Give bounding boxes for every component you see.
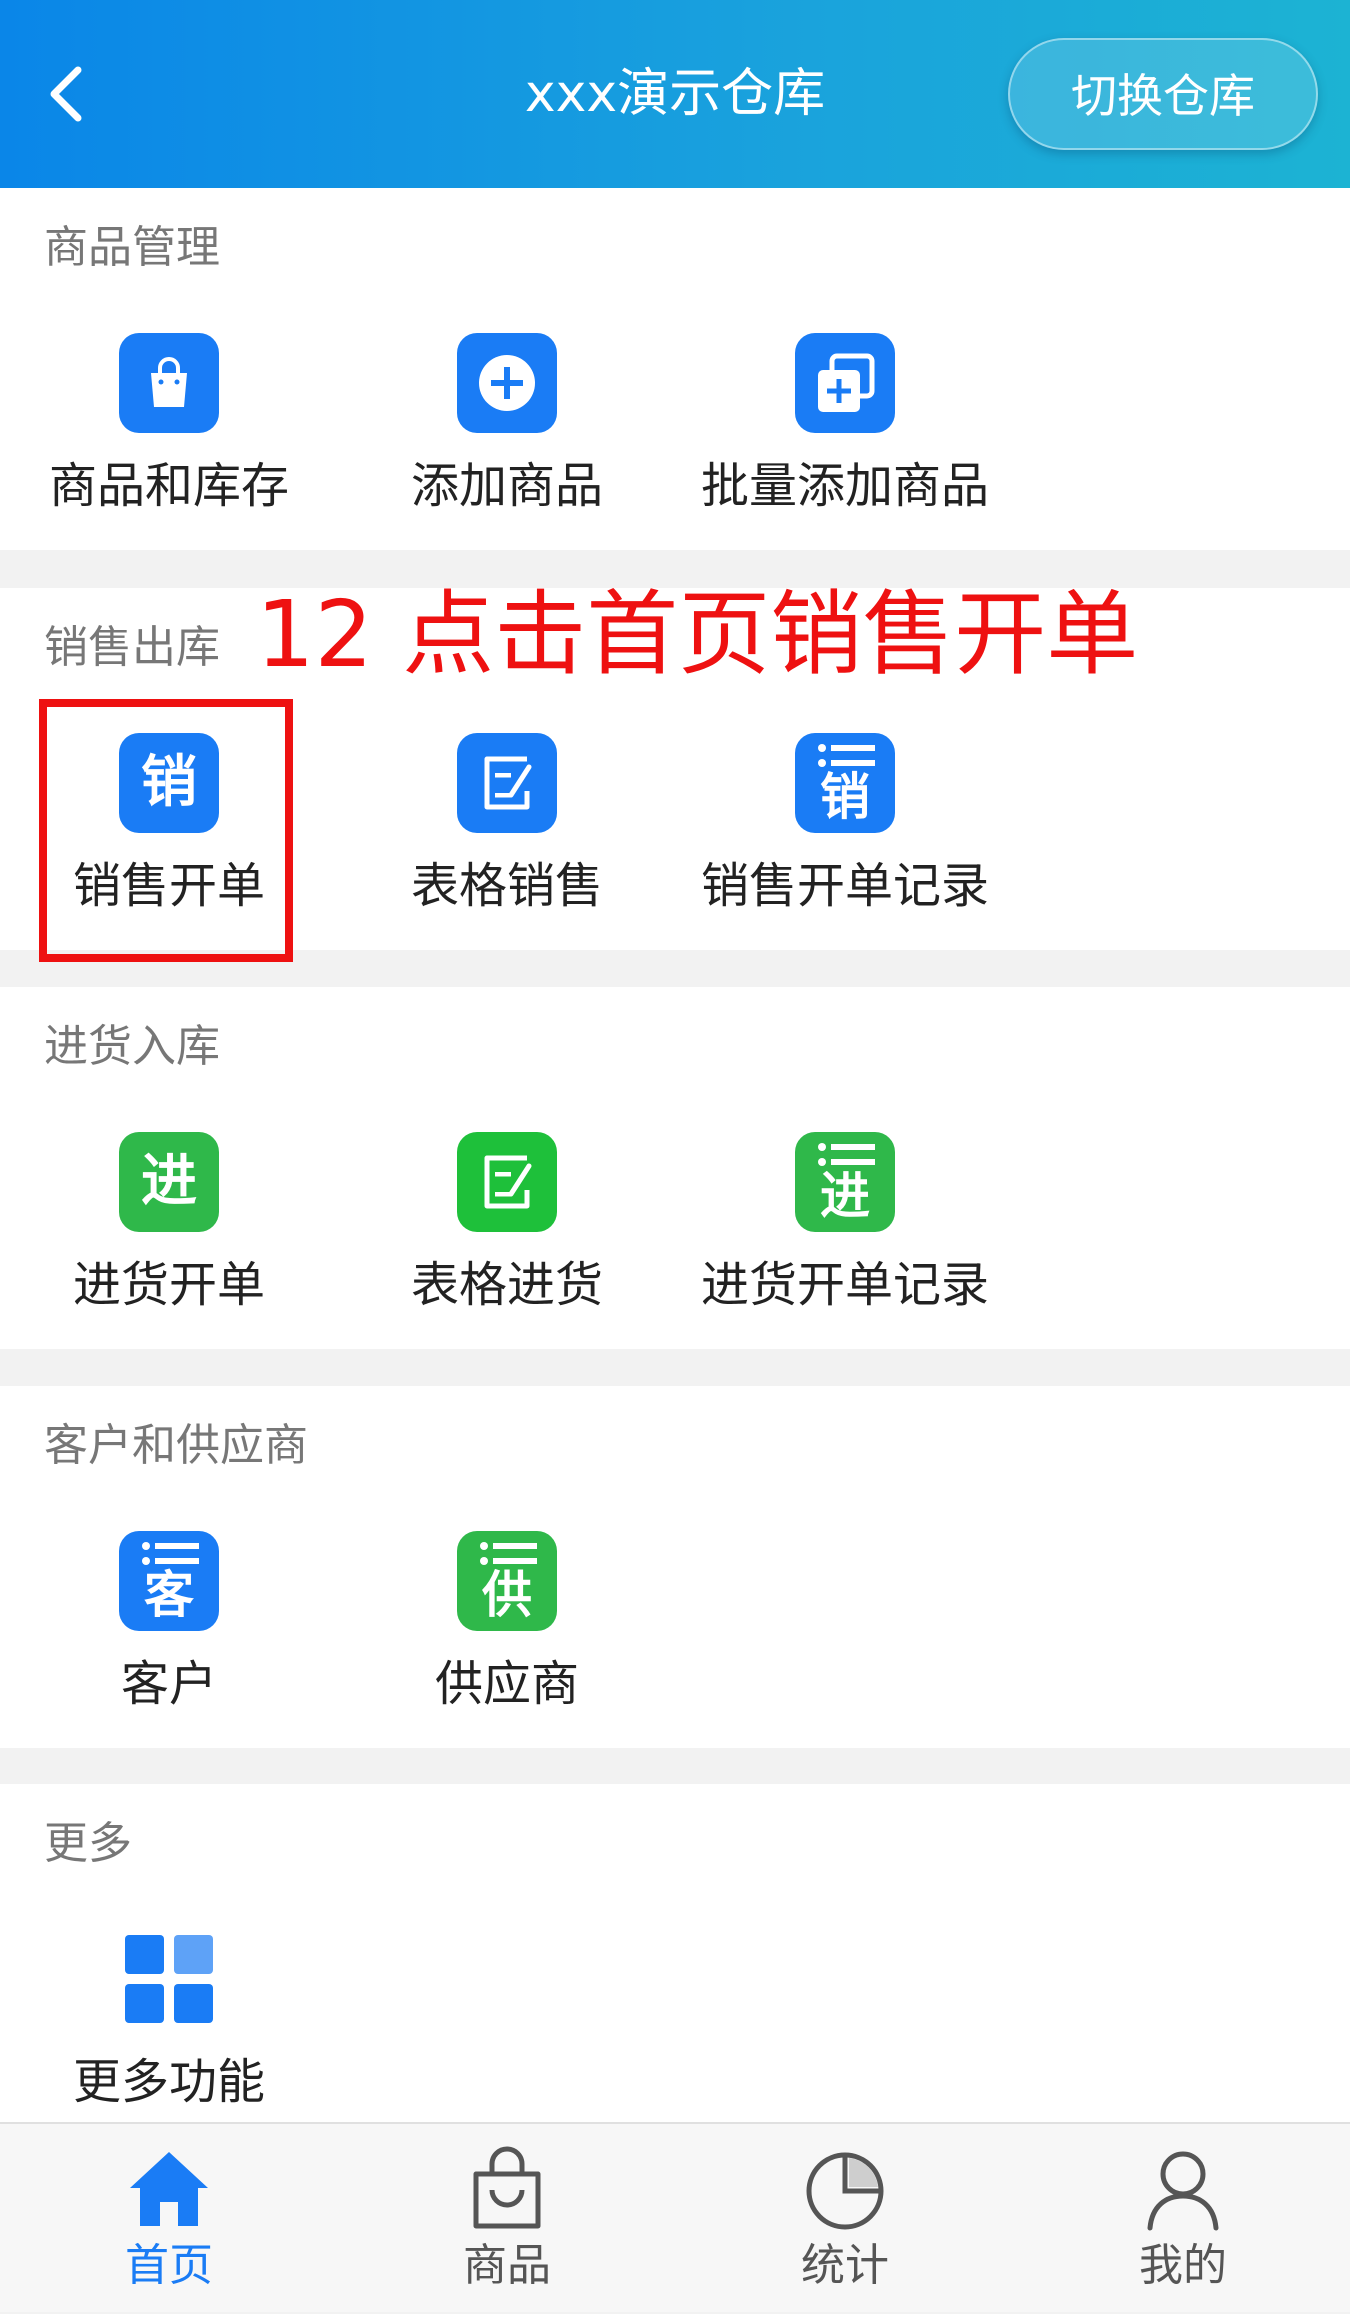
tab-label: 统计 bbox=[801, 2240, 889, 2291]
section-product-management: 商品管理 商品和库存 添加商品 批量添加商品 bbox=[0, 188, 1350, 550]
item-label: 商品和库存 bbox=[48, 458, 289, 514]
sheet-purchase-button[interactable]: 表格进货 bbox=[338, 1132, 676, 1352]
shopping-bag-icon bbox=[119, 333, 219, 433]
tab-products[interactable]: 商品 bbox=[338, 2124, 676, 2314]
tab-label: 商品 bbox=[463, 2240, 551, 2291]
section-title: 商品管理 bbox=[44, 222, 220, 273]
page-title: xxx演示仓库 bbox=[524, 64, 826, 124]
edit-sheet-icon bbox=[457, 733, 557, 833]
item-label: 添加商品 bbox=[410, 458, 603, 514]
customer-list-icon: 客 bbox=[119, 1531, 219, 1631]
item-label: 更多功能 bbox=[72, 2054, 265, 2110]
item-label: 进货开单记录 bbox=[700, 1257, 989, 1313]
app-header: xxx演示仓库 切换仓库 bbox=[0, 0, 1350, 188]
tab-mine[interactable]: 我的 bbox=[1014, 2124, 1350, 2314]
grid-icon bbox=[119, 1929, 219, 2029]
section-title: 销售出库 bbox=[44, 622, 220, 673]
switch-warehouse-button[interactable]: 切换仓库 bbox=[1008, 38, 1318, 150]
instruction-annotation: 12 点击首页销售开单 bbox=[256, 581, 1139, 688]
back-button[interactable] bbox=[36, 52, 96, 136]
tab-home[interactable]: 首页 bbox=[0, 2124, 338, 2314]
icon-glyph: 客 bbox=[144, 1566, 194, 1624]
icon-glyph: 销 bbox=[820, 768, 870, 826]
batch-add-products-button[interactable]: 批量添加商品 bbox=[676, 333, 1014, 553]
add-product-button[interactable]: 添加商品 bbox=[338, 333, 676, 553]
edit-sheet-icon bbox=[457, 1132, 557, 1232]
purchase-list-icon: 进 bbox=[795, 1132, 895, 1232]
bag-icon bbox=[473, 2146, 541, 2229]
sales-list-icon: 销 bbox=[795, 733, 895, 833]
customers-button[interactable]: 客 客户 bbox=[0, 1531, 338, 1751]
more-features-button[interactable]: 更多功能 bbox=[0, 1929, 338, 2149]
suppliers-button[interactable]: 供 供应商 bbox=[338, 1531, 676, 1751]
section-title: 客户和供应商 bbox=[44, 1420, 308, 1471]
purchase-order-records-button[interactable]: 进 进货开单记录 bbox=[676, 1132, 1014, 1352]
section-purchase-inbound: 进货入库 进 进货开单 表格进货 进 进货开单记录 bbox=[0, 987, 1350, 1349]
home-icon bbox=[130, 2152, 208, 2226]
tab-statistics[interactable]: 统计 bbox=[676, 2124, 1014, 2314]
section-customers-suppliers: 客户和供应商 客 客户 供 供应商 bbox=[0, 1386, 1350, 1748]
pie-chart-icon bbox=[806, 2152, 884, 2230]
purchase-order-icon: 进 bbox=[119, 1132, 219, 1232]
icon-glyph: 进 bbox=[820, 1167, 870, 1225]
item-label: 进货开单 bbox=[72, 1257, 265, 1313]
copy-plus-icon bbox=[795, 333, 895, 433]
plus-circle-icon bbox=[457, 333, 557, 433]
sheet-sales-button[interactable]: 表格销售 bbox=[338, 733, 676, 953]
products-and-stock-button[interactable]: 商品和库存 bbox=[0, 333, 338, 553]
tab-label: 我的 bbox=[1139, 2240, 1227, 2291]
tab-label: 首页 bbox=[125, 2240, 213, 2291]
supplier-list-icon: 供 bbox=[457, 1531, 557, 1631]
chevron-left-icon bbox=[50, 66, 82, 122]
sales-order-records-button[interactable]: 销 销售开单记录 bbox=[676, 733, 1014, 953]
highlight-box bbox=[39, 699, 293, 962]
section-more: 更多 更多功能 bbox=[0, 1784, 1350, 2124]
icon-glyph: 进 bbox=[141, 1149, 197, 1214]
item-label: 表格进货 bbox=[410, 1257, 603, 1313]
section-title: 进货入库 bbox=[44, 1021, 220, 1072]
purchase-order-button[interactable]: 进 进货开单 bbox=[0, 1132, 338, 1352]
icon-glyph: 供 bbox=[482, 1566, 532, 1624]
bottom-tab-bar: 首页 商品 统计 我的 bbox=[0, 2122, 1350, 2312]
item-label: 销售开单记录 bbox=[700, 858, 989, 914]
section-title: 更多 bbox=[44, 1818, 132, 1869]
item-label: 供应商 bbox=[434, 1656, 579, 1712]
item-label: 批量添加商品 bbox=[700, 458, 989, 514]
user-icon bbox=[1147, 2151, 1219, 2231]
item-label: 客户 bbox=[120, 1656, 217, 1712]
item-label: 表格销售 bbox=[410, 858, 603, 914]
